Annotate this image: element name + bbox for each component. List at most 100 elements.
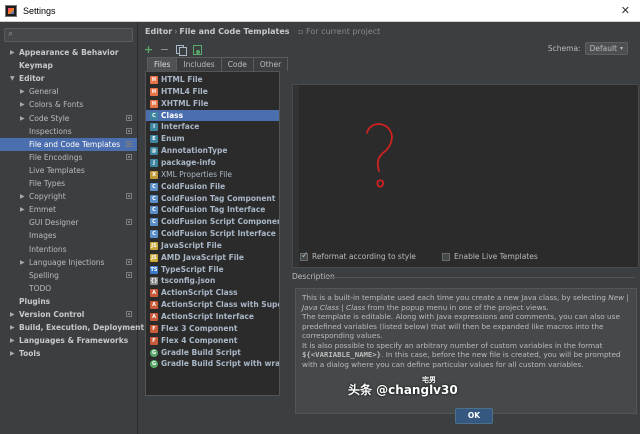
schema-value: Default [589,44,617,53]
collapsed-arrow-icon[interactable]: ▶ [20,85,25,98]
sidebar-item[interactable]: GUI Designer [0,216,137,229]
collapsed-arrow-icon[interactable]: ▶ [20,256,25,269]
template-list-item[interactable]: X XML Properties File [146,169,279,181]
template-list-item[interactable]: @ AnnotationType [146,145,279,157]
sidebar-item[interactable]: ▶ Language Injections [0,256,137,269]
sidebar-item[interactable]: TODO [0,282,137,295]
sidebar-item[interactable]: ▶ Version Control [0,308,137,321]
template-name: package-info [161,157,216,167]
expanded-arrow-icon[interactable]: ▼ [10,72,15,85]
tab-includes[interactable]: Includes [176,57,222,71]
sidebar-item[interactable]: Inspections [0,125,137,138]
template-list-item[interactable]: GGradle Build Script with wrapper [146,358,279,370]
template-list-item[interactable]: A ActionScript Class with Supers [146,299,279,311]
sidebar-item[interactable]: ▼ Editor [0,72,137,85]
flex-file-icon: F [150,336,158,345]
sidebar-item[interactable]: ▶ Colors & Fonts [0,98,137,111]
template-list-item[interactable]: C ColdFusion Tag Component [146,193,279,205]
template-list-item[interactable]: H XHTML File [146,98,279,110]
sidebar-item[interactable]: Live Templates [0,164,137,177]
collapsed-arrow-icon[interactable]: ▶ [10,321,15,334]
reset-template-icon[interactable] [191,44,202,55]
live-templates-checkbox-box[interactable] [442,252,450,261]
collapsed-arrow-icon[interactable]: ▶ [10,347,15,360]
sidebar-item[interactable]: Plugins [0,295,137,308]
template-list-item[interactable]: Jpackage-info [146,157,279,169]
collapsed-arrow-icon[interactable]: ▶ [10,334,15,347]
close-icon[interactable]: ✕ [621,4,630,17]
sidebar-item[interactable]: ▶ Languages & Frameworks [0,334,137,347]
sidebar-item[interactable]: ▶ Code Style [0,112,137,125]
live-templates-checkbox[interactable]: Enable Live Templates [442,252,538,261]
sidebar-item[interactable]: ▶ General [0,85,137,98]
sidebar-item-label: Emmet [29,205,56,215]
html-file-icon: H [150,99,158,108]
template-list-item[interactable]: C ColdFusion Script Component [146,216,279,228]
template-name: XML Properties File [161,169,233,179]
template-list-item[interactable]: G Gradle Build Script [146,347,279,359]
sidebar-item[interactable]: ▶ Copyright [0,190,137,203]
tab-other[interactable]: Other [252,57,289,71]
html-file-icon: H [150,76,158,84]
template-list-item[interactable]: F Flex 4 Component [146,335,279,347]
sidebar-item[interactable]: Keymap [0,59,137,72]
copy-template-icon[interactable] [175,44,187,56]
tab-code[interactable]: Code [220,57,254,71]
add-template-icon[interactable]: + [143,44,154,55]
html-file-icon: H [150,87,158,96]
template-list-item[interactable]: C ColdFusion Tag Interface [146,204,279,216]
sidebar-item[interactable]: File Types [0,177,137,190]
template-list-item[interactable]: H HTML4 File [146,86,279,98]
collapsed-arrow-icon[interactable]: ▶ [20,98,25,111]
template-name: ColdFusion Script Interface [161,229,276,239]
template-list-item[interactable]: {} tsconfig.json [146,275,279,287]
template-list-item[interactable]: C ColdFusion Script Interface [146,228,279,240]
sidebar-item[interactable]: ▶ Tools [0,347,137,360]
project-scope-icon [126,311,132,317]
sidebar-item[interactable]: ▶ Build, Execution, Deployment [0,321,144,334]
settings-search-input[interactable]: ⌕ [4,28,133,42]
template-list-item[interactable]: A ActionScript Class [146,287,279,299]
template-list-item[interactable]: H HTML File [146,74,279,86]
title-bar: Settings ✕ [0,0,640,22]
collapsed-arrow-icon[interactable]: ▶ [20,112,25,125]
project-scope-icon [126,153,132,160]
template-editor[interactable] [292,84,639,268]
sidebar-item[interactable]: Intentions [0,243,137,256]
collapsed-arrow-icon[interactable]: ▶ [10,308,15,321]
template-list[interactable]: H HTML File H HTML4 File H XHTML File C Class I I… [145,71,280,396]
project-scope-icon [126,193,132,200]
template-list-item[interactable]: A ActionScript Interface [146,311,279,323]
template-name: Flex 3 Component [161,323,238,333]
ok-button[interactable]: OK [455,408,493,424]
collapsed-arrow-icon[interactable]: ▶ [10,46,15,59]
templates-toolbar: + − [143,42,202,56]
template-list-item[interactable]: JS JavaScript File [146,240,279,252]
remove-template-icon[interactable]: − [159,44,170,55]
template-list-item[interactable]: I Interface [146,121,279,133]
project-scope-icon [126,140,132,147]
sidebar-item[interactable]: ▶ Appearance & Behavior [0,46,137,59]
template-list-item[interactable]: E Enum [146,133,279,145]
sidebar-item[interactable]: Spelling [0,269,137,282]
java-file-icon: J [150,158,158,167]
tab-files[interactable]: Files [147,57,178,71]
sidebar-item[interactable]: File Encodings [0,151,137,164]
template-list-item[interactable]: C ColdFusion File [146,181,279,193]
template-list-item[interactable]: F Flex 3 Component [146,323,279,335]
collapsed-arrow-icon[interactable]: ▶ [20,203,25,216]
collapsed-arrow-icon[interactable]: ▶ [20,190,25,203]
template-list-item[interactable]: JS AMD JavaScript File [146,252,279,264]
template-list-item[interactable]: TS TypeScript File [146,264,279,276]
reformat-checkbox[interactable]: Reformat according to style [300,251,416,261]
template-tabs: Files Includes Code Other [147,57,289,71]
schema-dropdown[interactable]: Default ▾ [584,42,628,55]
sidebar-item[interactable]: ▶ Emmet [0,203,137,216]
template-list-item[interactable]: C Class [146,109,279,122]
sidebar-item[interactable]: File and Code Templates [0,137,137,151]
template-name: XHTML File [161,98,209,108]
sidebar-item-label: Appearance & Behavior [19,48,119,57]
reformat-checkbox-box[interactable] [300,251,309,261]
sidebar-item[interactable]: Images [0,229,137,242]
sidebar-item-label: Colors & Fonts [29,100,84,110]
